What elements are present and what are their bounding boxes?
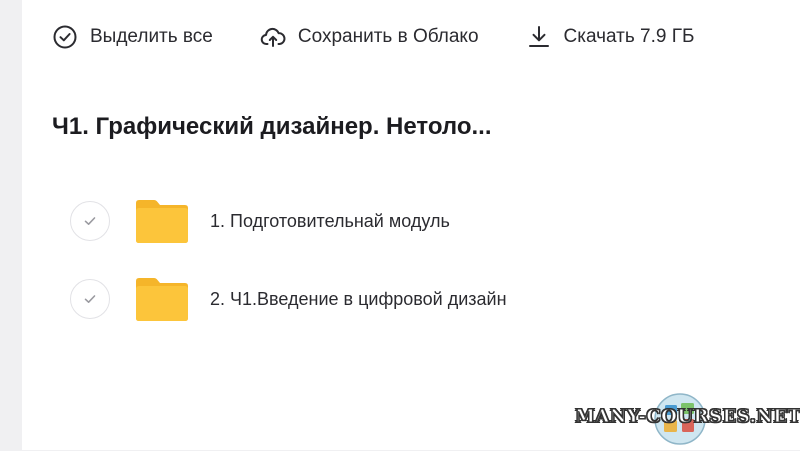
folder-icon: [134, 275, 190, 323]
file-list: 1. Подготовительнай модуль 2. Ч1.Введени…: [70, 192, 770, 348]
select-all-label: Выделить все: [90, 26, 213, 47]
cloud-upload-icon: [260, 24, 286, 50]
watermark-text: MANY-COURSES.NET: [575, 406, 800, 428]
list-item[interactable]: 1. Подготовительнай модуль: [70, 192, 770, 250]
select-checkbox[interactable]: [70, 279, 110, 319]
checkmark-icon: [84, 217, 96, 225]
file-name[interactable]: 1. Подготовительнай модуль: [210, 211, 450, 232]
check-circle-icon: [52, 24, 78, 50]
list-item[interactable]: 2. Ч1.Введение в цифровой дизайн: [70, 270, 770, 328]
folder-icon: [134, 197, 190, 245]
download-icon: [526, 24, 552, 50]
download-label: Скачать 7.9 ГБ: [563, 26, 695, 47]
select-all-button[interactable]: Выделить все: [52, 24, 213, 50]
save-to-cloud-button[interactable]: Сохранить в Облако: [260, 24, 479, 50]
save-to-cloud-label: Сохранить в Облако: [297, 26, 479, 47]
download-button[interactable]: Скачать 7.9 ГБ: [526, 24, 695, 50]
file-name[interactable]: 2. Ч1.Введение в цифровой дизайн: [210, 289, 507, 310]
select-checkbox[interactable]: [70, 201, 110, 241]
folder-title: Ч1. Графический дизайнер. Нетоло...: [52, 113, 492, 140]
toolbar: Выделить все Сохранить в Облако Скачать …: [52, 23, 695, 51]
watermark: MANY-COURSES.NET: [575, 392, 800, 446]
checkmark-icon: [84, 295, 96, 303]
